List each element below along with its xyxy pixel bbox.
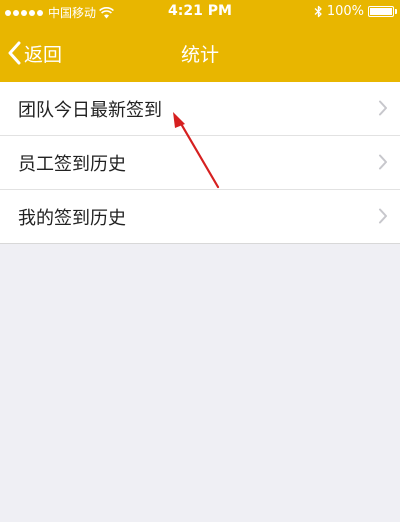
stats-menu-list: 团队今日最新签到 员工签到历史 我的签到历史 <box>0 82 400 244</box>
chevron-right-icon <box>379 154 387 170</box>
chevron-right-icon <box>379 208 387 224</box>
navigation-bar: 返回 统计 <box>0 25 400 82</box>
bluetooth-icon <box>314 5 322 18</box>
app-screen: 中国移动 4:21 PM 100% 返回 统计 团队今日最新签到 员工签到历史 … <box>0 0 400 522</box>
menu-item-label: 员工签到历史 <box>18 153 126 175</box>
status-bar: 中国移动 4:21 PM 100% <box>0 0 400 25</box>
battery-icon <box>368 6 397 17</box>
menu-item-label: 我的签到历史 <box>18 207 126 229</box>
menu-item-employee-checkin-history[interactable]: 员工签到历史 <box>0 136 400 190</box>
battery-percentage: 100% <box>326 4 364 19</box>
page-title: 统计 <box>180 44 219 66</box>
menu-item-my-checkin-history[interactable]: 我的签到历史 <box>0 190 400 244</box>
menu-item-team-latest-checkin[interactable]: 团队今日最新签到 <box>0 82 400 136</box>
battery-fill <box>370 8 392 15</box>
chevron-right-icon <box>379 100 387 116</box>
status-bar-right: 100% <box>314 4 397 19</box>
menu-item-label: 团队今日最新签到 <box>18 99 162 121</box>
